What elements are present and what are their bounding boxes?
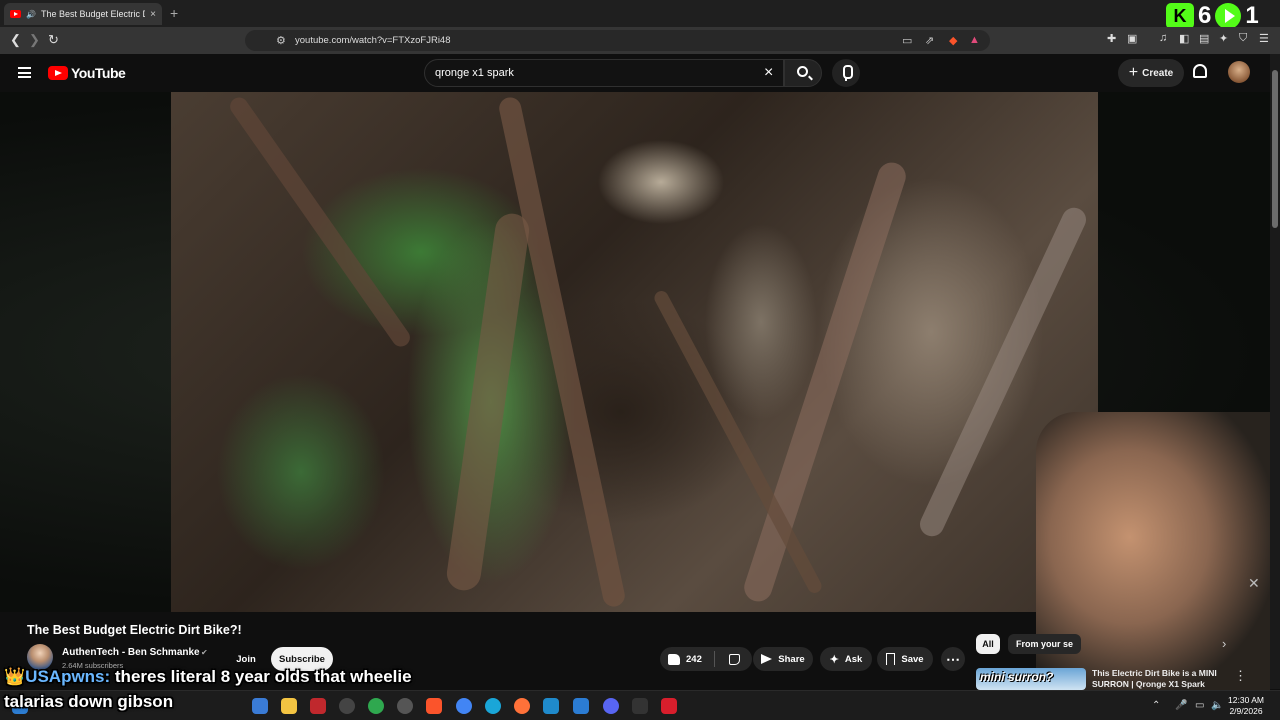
recommendation-thumbnail[interactable]: mini surron? (976, 668, 1086, 690)
forward-icon[interactable]: ❯ (29, 32, 40, 48)
chrome-icon[interactable] (456, 698, 472, 714)
url-text[interactable]: youtube.com/watch?v=FTXzoFJRi48 (295, 35, 451, 46)
dislike-icon[interactable] (728, 653, 740, 665)
search-icon (797, 66, 808, 77)
back-icon[interactable]: ❮ (10, 32, 21, 48)
chevron-right-icon[interactable]: › (1222, 636, 1226, 651)
like-count[interactable]: 242 (686, 654, 702, 665)
crown-icon: 👑 (4, 667, 26, 686)
kick-logo-icon: K (1166, 3, 1194, 29)
like-icon[interactable] (668, 653, 680, 665)
wallet-icon[interactable]: ▣ (1127, 32, 1137, 45)
sidebar-icon[interactable]: ◧ (1179, 32, 1189, 45)
video-frame-detail (497, 95, 627, 609)
plus-icon: + (1128, 64, 1139, 81)
notifications-bell-icon[interactable] (1193, 64, 1207, 78)
menu-icon[interactable]: ☰ (1259, 32, 1269, 45)
guide-menu-icon[interactable] (18, 67, 31, 78)
media-icon[interactable]: ♫ (1159, 32, 1167, 44)
chat-username: USApwns: (25, 667, 111, 686)
browser-tab[interactable]: 🔊 The Best Budget Electric Dirt B × (4, 3, 162, 25)
clock-date: 2/9/2026 (1229, 706, 1263, 716)
browser-tab-strip: 🔊 The Best Budget Electric Dirt B × + K … (0, 0, 1280, 30)
video-frame-detail (444, 211, 532, 593)
channel-name[interactable]: AuthenTech - Ben Schmanke (62, 647, 200, 658)
discord-icon[interactable] (603, 698, 619, 714)
extensions-icon[interactable]: ✚ (1107, 32, 1116, 45)
browser-toolbar: ❮ ❯ ↻ ⚑ ⚙ youtube.com/watch?v=FTXzoFJRi4… (0, 27, 1280, 54)
brave-rewards-icon[interactable]: ▲ (969, 34, 980, 46)
stream-counter-overlay: K 6 1 (1166, 2, 1259, 30)
tab-close-button[interactable]: × (150, 9, 156, 20)
vscode-icon[interactable] (573, 698, 589, 714)
thumbnail-text: mini surron? (980, 670, 1054, 684)
edge-icon[interactable] (485, 698, 501, 714)
create-label: Create (1142, 67, 1174, 79)
speaker-icon[interactable]: 🔊 (26, 10, 36, 19)
stream-chat-message: 👑USApwns: theres literal 8 year olds tha… (4, 664, 424, 714)
network-icon[interactable]: ▭ (1195, 700, 1204, 711)
share-icon (761, 654, 773, 664)
reload-icon[interactable]: ↻ (48, 32, 59, 48)
video-frame-detail (226, 93, 414, 351)
ask-button[interactable]: ✦ Ask (820, 647, 872, 671)
search-query-text[interactable]: qronge x1 spark (435, 67, 514, 79)
save-icon (886, 653, 896, 665)
volume-icon[interactable]: 🔈 (1211, 700, 1223, 711)
verified-badge-icon: ✔ (201, 648, 208, 657)
share-button[interactable]: Share (753, 647, 813, 671)
youtube-play-icon (48, 66, 68, 80)
new-tab-button[interactable]: + (170, 5, 178, 21)
chip-all[interactable]: All (976, 634, 1000, 654)
search-input[interactable]: qronge x1 spark × (424, 59, 784, 87)
shield-icon[interactable]: ⛉ (1239, 32, 1247, 45)
app-icon-3[interactable] (632, 698, 648, 714)
youtube-header: YouTube qronge x1 spark × + Create (0, 54, 1270, 92)
app-icon-2[interactable] (543, 698, 559, 714)
tray-chevron-icon[interactable]: ⌃ (1152, 700, 1160, 711)
clock[interactable]: 12:30 AM 2/9/2026 (1226, 695, 1266, 717)
microphone-icon[interactable]: 🎤 (1175, 700, 1187, 711)
more-actions-button[interactable]: ⋯ (941, 647, 965, 671)
rumble-logo-icon (1215, 3, 1242, 29)
vpn-icon[interactable]: ▤ (1199, 32, 1209, 45)
clear-search-icon[interactable]: × (764, 64, 773, 82)
youtube-favicon-icon (10, 10, 21, 18)
cast-icon[interactable]: ▭ (902, 34, 912, 47)
brave-icon[interactable] (426, 698, 442, 714)
scrollbar-thumb[interactable] (1272, 70, 1278, 228)
site-info-icon[interactable]: ⚙ (276, 34, 286, 47)
address-bar[interactable]: ⚙ youtube.com/watch?v=FTXzoFJRi48 ▭ ⇗ ◆ … (245, 30, 990, 51)
like-divider (713, 651, 715, 667)
voice-search-button[interactable] (832, 59, 860, 87)
page-scrollbar[interactable] (1270, 54, 1280, 689)
brave-shields-icon[interactable]: ◆ (949, 34, 957, 47)
recommendation-title[interactable]: This Electric Dirt Bike is a MINI SURRON… (1092, 668, 1232, 690)
video-title: The Best Budget Electric Dirt Bike?! (27, 623, 242, 637)
counter-left: 6 (1198, 2, 1212, 29)
sparkle-icon: ✦ (829, 653, 839, 666)
video-frame-detail (740, 158, 910, 606)
account-avatar[interactable] (1228, 61, 1250, 83)
save-label: Save (901, 653, 924, 665)
chip-from-your-search[interactable]: From your se (1008, 634, 1082, 654)
tab-title: The Best Budget Electric Dirt B (40, 9, 145, 19)
clock-time: 12:30 AM (1228, 695, 1264, 705)
leo-ai-icon[interactable]: ✦ (1219, 32, 1228, 45)
save-button[interactable]: Save (877, 647, 933, 671)
youtube-logo[interactable]: YouTube (48, 65, 126, 81)
counter-right: 1 (1245, 2, 1259, 29)
firefox-icon[interactable] (514, 698, 530, 714)
video-player[interactable] (171, 92, 1098, 612)
share-label: Share (778, 653, 805, 665)
share-page-icon[interactable]: ⇗ (925, 34, 934, 47)
create-button[interactable]: + Create (1118, 59, 1184, 87)
recommendation-menu-icon[interactable]: ⋮ (1234, 668, 1247, 684)
ask-label: Ask (844, 653, 863, 665)
search-button[interactable] (784, 59, 822, 87)
close-overlay-icon[interactable]: ✕ (1248, 575, 1260, 592)
like-dislike-group: 242 (660, 647, 752, 671)
app-icon-4[interactable] (661, 698, 677, 714)
youtube-wordmark: YouTube (71, 65, 126, 81)
